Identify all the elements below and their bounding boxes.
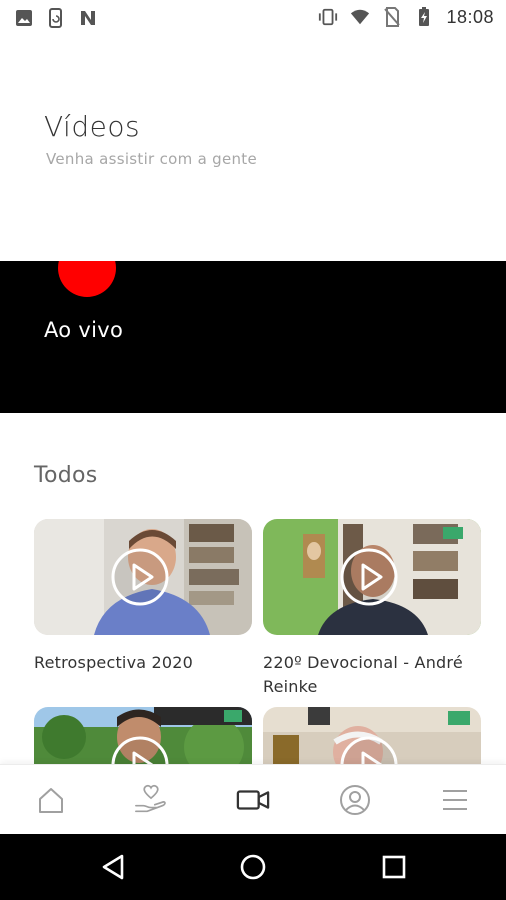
nav-home[interactable] bbox=[34, 783, 68, 817]
system-home-button[interactable] bbox=[237, 851, 269, 883]
play-icon[interactable] bbox=[339, 547, 399, 607]
video-title: Retrospectiva 2020 bbox=[34, 653, 194, 672]
battery-charging-icon bbox=[414, 6, 434, 28]
video-thumbnail[interactable] bbox=[34, 519, 252, 635]
video-card[interactable]: Retrospectiva 2020 bbox=[34, 519, 264, 675]
clock: 18:08 bbox=[446, 6, 494, 27]
section-title: Todos bbox=[34, 463, 98, 488]
video-card[interactable]: 220º Devocional - André Reinke bbox=[263, 519, 493, 699]
bottom-nav bbox=[0, 764, 506, 835]
n-app-icon bbox=[78, 7, 98, 29]
status-bar: 18:08 bbox=[0, 0, 506, 36]
status-bar-right: 18:08 bbox=[318, 6, 494, 28]
live-label: Ao vivo bbox=[44, 318, 124, 342]
nav-menu[interactable] bbox=[438, 783, 472, 817]
video-title: 220º Devocional - André Reinke bbox=[263, 653, 463, 696]
vibrate-icon bbox=[318, 6, 338, 28]
system-nav-bar bbox=[0, 834, 506, 900]
no-sim-icon bbox=[382, 6, 402, 28]
nav-profile[interactable] bbox=[338, 783, 372, 817]
video-thumbnail[interactable] bbox=[263, 519, 481, 635]
video-camera-icon bbox=[236, 790, 270, 810]
image-icon bbox=[14, 7, 34, 29]
nav-donation[interactable] bbox=[134, 783, 168, 817]
back-icon bbox=[102, 854, 124, 880]
profile-icon bbox=[340, 785, 370, 815]
page-subtitle: Venha assistir com a gente bbox=[46, 150, 258, 168]
nav-videos[interactable] bbox=[236, 783, 270, 817]
page-title: Vídeos bbox=[44, 110, 141, 143]
play-icon[interactable] bbox=[110, 547, 170, 607]
menu-icon bbox=[443, 790, 467, 810]
wifi-icon bbox=[350, 6, 370, 28]
home-icon bbox=[39, 788, 63, 813]
live-banner[interactable]: Ao vivo bbox=[0, 261, 506, 413]
live-indicator-dot bbox=[58, 261, 116, 297]
system-recents-button[interactable] bbox=[378, 851, 410, 883]
system-back-button[interactable] bbox=[97, 851, 129, 883]
home-circle-icon bbox=[240, 854, 266, 880]
phone-sync-icon bbox=[46, 7, 66, 29]
status-bar-left bbox=[14, 7, 98, 29]
recents-icon bbox=[382, 855, 406, 879]
donation-heart-hand-icon bbox=[135, 784, 166, 813]
